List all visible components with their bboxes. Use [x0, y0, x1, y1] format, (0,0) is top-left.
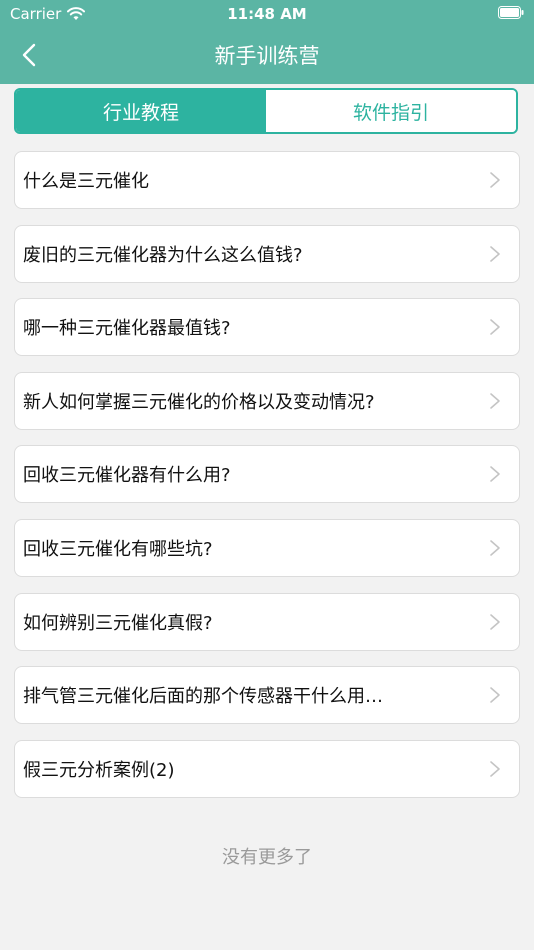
list-item-label: 排气管三元催化后面的那个传感器干什么用…	[23, 686, 383, 708]
list-item[interactable]: 回收三元催化有哪些坑?	[14, 518, 520, 577]
no-more-label: 没有更多了	[222, 847, 312, 868]
chevron-right-icon	[490, 319, 500, 335]
segmented-control: 行业教程 软件指引	[14, 88, 518, 134]
list-item[interactable]: 如何辨别三元催化真假?	[14, 592, 520, 651]
list-item-label: 回收三元催化器有什么用?	[23, 465, 231, 487]
nav-bar: 新手训练营	[0, 28, 534, 82]
list-item-label: 假三元分析案例(2)	[23, 759, 175, 781]
list-item-label: 废旧的三元催化器为什么这么值钱?	[23, 244, 303, 266]
chevron-right-icon	[490, 540, 500, 556]
list-item[interactable]: 什么是三元催化	[14, 151, 520, 209]
list-item-label: 回收三元催化有哪些坑?	[23, 538, 213, 560]
list-item-label: 什么是三元催化	[23, 171, 149, 192]
list-item[interactable]: 废旧的三元催化器为什么这么值钱?	[14, 224, 520, 283]
list-item[interactable]: 回收三元催化器有什么用?	[14, 445, 520, 504]
list-item-label: 哪一种三元催化器最值钱?	[23, 318, 231, 340]
status-bar: Carrier 11:48 AM	[0, 0, 534, 28]
list-item[interactable]: 新人如何掌握三元催化的价格以及变动情况?	[14, 371, 520, 430]
chevron-right-icon	[490, 613, 500, 630]
chevron-right-icon	[490, 466, 500, 483]
list-item[interactable]: 假三元分析案例(2)	[14, 739, 520, 798]
tutorial-list: 什么是三元催化 废旧的三元催化器为什么这么值钱? 哪一种三元催化器最值钱? 新人…	[14, 151, 520, 813]
battery-icon	[498, 6, 524, 19]
status-time: 11:48 AM	[227, 5, 307, 23]
list-item-label: 如何辨别三元催化真假?	[23, 612, 213, 634]
list-item[interactable]: 哪一种三元催化器最值钱?	[14, 298, 520, 357]
list-item-label: 新人如何掌握三元催化的价格以及变动情况?	[23, 391, 375, 413]
chevron-right-icon	[490, 687, 500, 703]
tab-software-guide[interactable]: 软件指引	[266, 90, 516, 132]
tab-industry-tutorial[interactable]: 行业教程	[16, 90, 266, 132]
chevron-right-icon	[490, 760, 500, 777]
chevron-right-icon	[490, 172, 500, 188]
chevron-right-icon	[490, 392, 500, 409]
list-item[interactable]: 排气管三元催化后面的那个传感器干什么用…	[14, 666, 520, 725]
chevron-right-icon	[490, 245, 500, 262]
page-title: 新手训练营	[214, 44, 320, 68]
header: Carrier 11:48 AM 新手训练营	[0, 0, 534, 84]
